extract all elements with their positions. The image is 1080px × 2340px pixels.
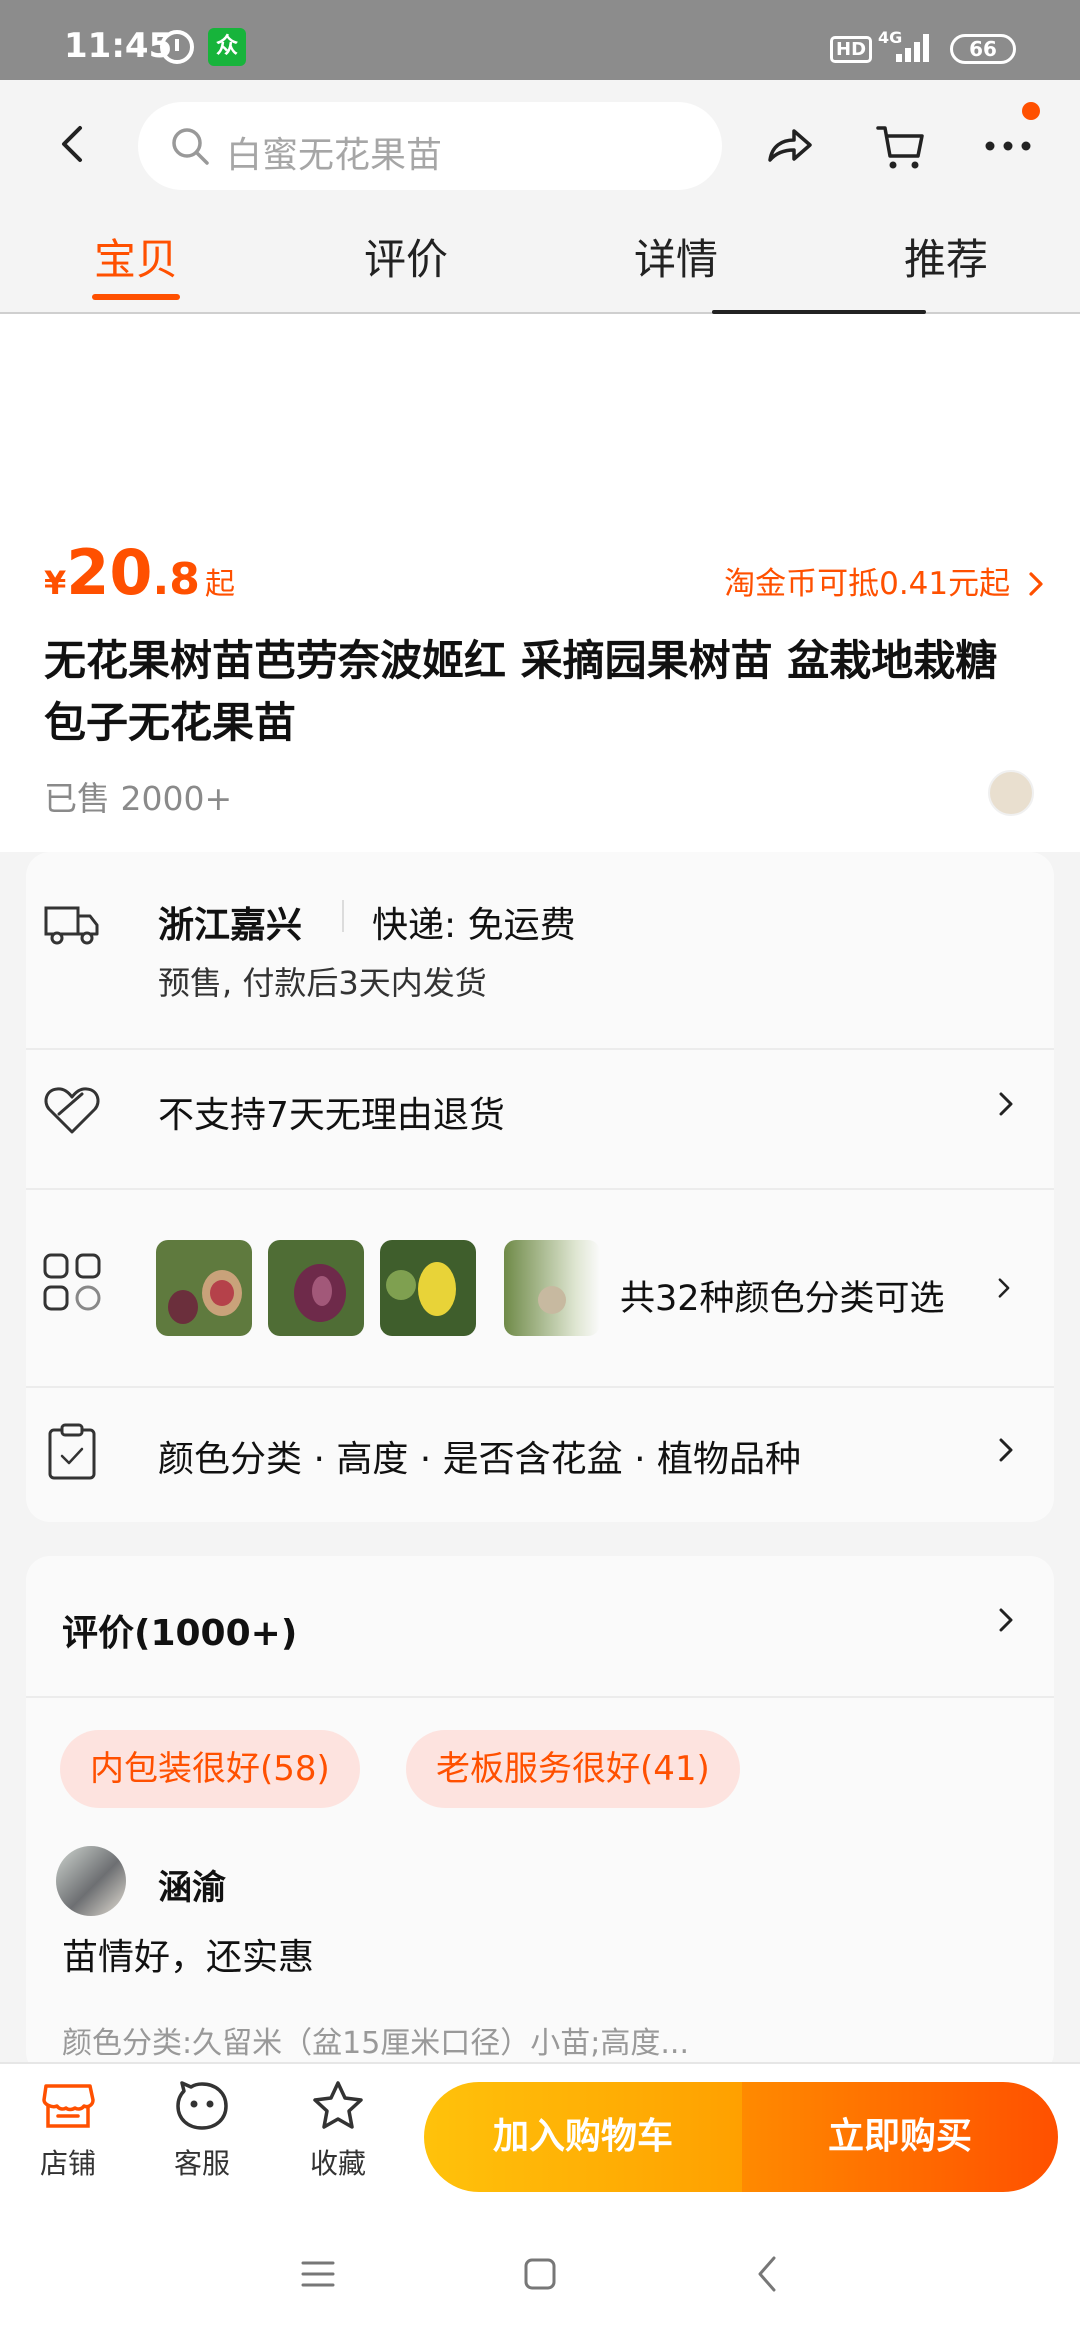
signal-icon: [896, 32, 932, 62]
return-policy-text: 不支持7天无理由退货: [158, 1095, 505, 1136]
row-divider: [26, 1696, 1054, 1698]
tab-baobei[interactable]: 宝贝: [66, 226, 206, 287]
sold-count: 已售 2000+: [44, 779, 233, 818]
star-icon: [313, 2081, 363, 2129]
back-nav-icon[interactable]: [750, 2254, 786, 2294]
chevron-right-icon: [998, 1278, 1010, 1298]
reviewer-avatar: [56, 1846, 126, 1916]
price-currency: ¥: [44, 564, 67, 602]
service-label: 客服: [173, 2147, 230, 2180]
price-integer: 20: [66, 536, 153, 609]
favorite-label: 收藏: [309, 2147, 366, 2180]
back-icon[interactable]: [52, 122, 96, 166]
variant-thumbnails: [156, 1240, 476, 1336]
reviewer-name: 涵渝: [158, 1868, 226, 1908]
variant-thumb[interactable]: [380, 1240, 476, 1336]
category-grid-icon: [43, 1253, 101, 1311]
store-icon: [42, 2084, 95, 2128]
tab-recommend[interactable]: 推荐: [876, 226, 1016, 287]
home-icon[interactable]: [522, 2256, 558, 2292]
search-placeholder: 白蜜无花果苗: [226, 135, 443, 176]
menu-icon[interactable]: [300, 2256, 336, 2292]
shop-button[interactable]: 店铺: [18, 2080, 118, 2182]
favorite-button[interactable]: 收藏: [288, 2080, 388, 2182]
ship-from-location: 浙江嘉兴: [158, 905, 303, 946]
bottom-action-bar: 店铺 客服 收藏 加入购物车 立即购买: [0, 2062, 1080, 2212]
search-bar[interactable]: 白蜜无花果苗: [138, 102, 722, 190]
divider: [342, 900, 344, 932]
row-divider: [26, 1048, 1054, 1050]
variant-thumb[interactable]: [504, 1240, 600, 1336]
price-decimal: .8: [152, 554, 200, 605]
shop-avatar[interactable]: [988, 770, 1034, 816]
delivery-note: 预售, 付款后3天内发货: [158, 964, 487, 1002]
chevron-right-icon: [1029, 572, 1043, 596]
delivery-truck-icon: [44, 906, 99, 945]
notification-dot: [1022, 102, 1040, 120]
shop-label: 店铺: [39, 2147, 96, 2180]
heart-shield-icon: [44, 1087, 100, 1134]
row-divider: [26, 1386, 1054, 1388]
info-card: 浙江嘉兴 快递: 免运费 预售, 付款后3天内发货 不支持7天无理由退货 共32…: [26, 852, 1054, 1522]
price: ¥20.8 起: [44, 536, 235, 609]
review-tag[interactable]: 内包装很好(58): [60, 1730, 360, 1808]
status-time: 11:45: [64, 26, 173, 66]
chevron-right-icon: [999, 1092, 1013, 1116]
product-summary: ¥20.8 起 淘金币可抵0.41元起 无花果树苗芭劳奈波姬红 采摘园果树苗 盆…: [0, 314, 1080, 852]
chat-face-icon: [176, 2081, 228, 2130]
app-notification-icon: 众: [208, 28, 246, 66]
chevron-right-icon: [999, 1608, 1013, 1632]
coin-discount-text: 淘金币可抵0.41元起: [724, 566, 1011, 602]
spec-summary: 颜色分类 · 高度 · 是否含花盆 · 植物品种: [158, 1439, 801, 1480]
clipboard-icon: [48, 1423, 96, 1480]
row-divider: [26, 1188, 1054, 1190]
customer-service-button[interactable]: 客服: [152, 2080, 252, 2182]
product-title: 无花果树苗芭劳奈波姬红 采摘园果树苗 盆栽地栽糖包子无花果苗: [44, 636, 998, 747]
share-icon[interactable]: [762, 118, 818, 174]
status-bar: 11:45 众 HD 4G 66: [0, 0, 1080, 80]
price-suffix: 起: [204, 567, 235, 602]
system-nav-bar: [0, 2212, 1080, 2340]
reviews-card: 评价(1000+) 内包装很好(58) 老板服务很好(41) 涵渝 苗情好，还实…: [26, 1556, 1054, 2076]
review-tag[interactable]: 老板服务很好(41): [406, 1730, 740, 1808]
review-variant: 颜色分类:久留米（盆15厘米口径）小苗;高度...: [62, 2026, 689, 2061]
reviews-title: 评价(1000+): [62, 1613, 298, 1654]
search-icon: [172, 128, 209, 165]
tab-reviews[interactable]: 评价: [336, 226, 476, 287]
chevron-right-icon: [999, 1438, 1013, 1462]
section-tabs: 宝贝 评价 详情 推荐: [0, 226, 1080, 314]
cart-icon[interactable]: [872, 118, 928, 174]
more-icon[interactable]: [980, 118, 1036, 174]
variant-thumb[interactable]: [156, 1240, 252, 1336]
review-text: 苗情好，还实惠: [62, 1937, 315, 1978]
coin-discount-link[interactable]: 淘金币可抵0.41元起: [724, 558, 1046, 603]
shipping-fee: 快递: 免运费: [372, 905, 576, 946]
variant-count: 共32种颜色分类可选: [620, 1279, 945, 1319]
variant-thumb[interactable]: [268, 1240, 364, 1336]
battery-indicator: 66: [950, 34, 1016, 64]
add-to-cart-button[interactable]: 加入购物车: [424, 2082, 742, 2192]
alarm-icon: [160, 30, 194, 64]
tab-details[interactable]: 详情: [606, 226, 746, 287]
buy-now-button[interactable]: 立即购买: [742, 2082, 1058, 2192]
active-tab-indicator: [92, 294, 180, 300]
hd-indicator: HD: [830, 36, 873, 63]
top-header: 白蜜无花果苗 宝贝 评价 详情 推荐: [0, 80, 1080, 314]
